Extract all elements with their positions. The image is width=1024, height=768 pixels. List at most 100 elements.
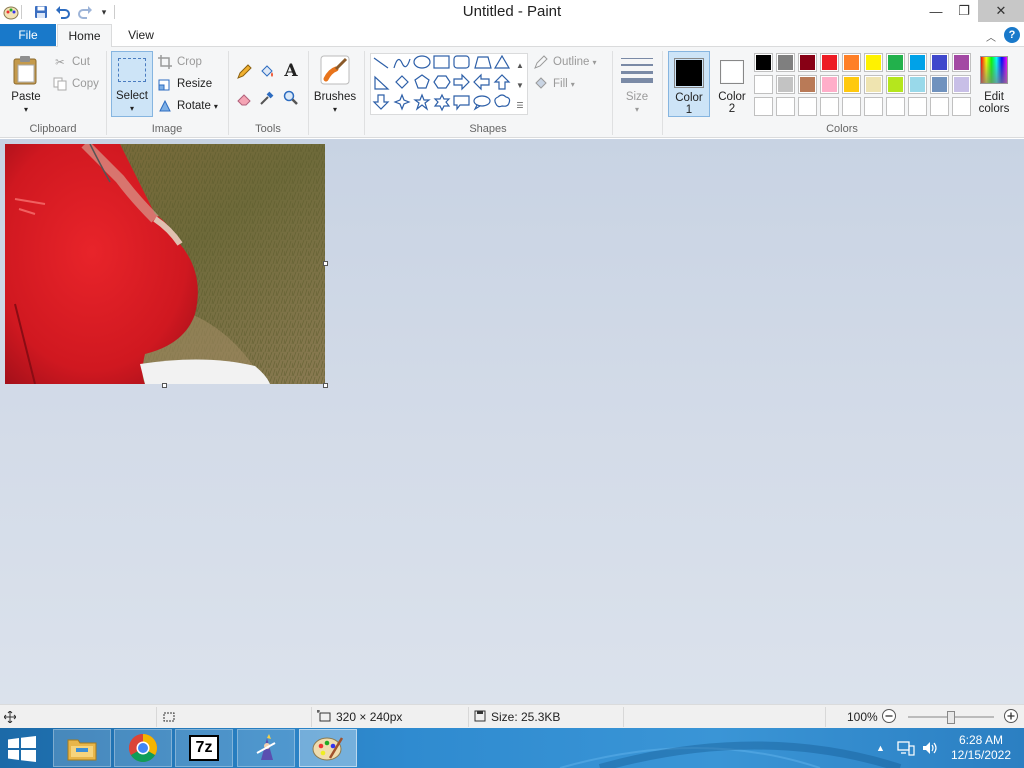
color-swatch[interactable] bbox=[886, 53, 905, 72]
color-swatch[interactable] bbox=[754, 75, 773, 94]
color-swatch[interactable] bbox=[798, 53, 817, 72]
shapes-scroll-down-icon[interactable]: ▼ bbox=[514, 75, 526, 95]
paste-dropdown-icon[interactable]: ▾ bbox=[6, 105, 46, 114]
zoom-out-button[interactable] bbox=[881, 708, 897, 724]
color-swatch[interactable] bbox=[908, 97, 927, 116]
image-canvas[interactable] bbox=[5, 144, 325, 384]
curve-shape-icon[interactable] bbox=[393, 58, 411, 69]
fill-dropdown-icon[interactable]: ▾ bbox=[571, 80, 575, 89]
right-arrow-shape-icon[interactable] bbox=[453, 73, 470, 91]
fill-button[interactable]: Fill ▾ bbox=[533, 74, 575, 94]
cut-button[interactable]: ✂ Cut bbox=[52, 52, 90, 72]
right-triangle-shape-icon[interactable] bbox=[374, 75, 390, 90]
zoom-slider-thumb[interactable] bbox=[947, 711, 955, 724]
color-swatch[interactable] bbox=[930, 97, 949, 116]
down-arrow-shape-icon[interactable] bbox=[372, 94, 390, 110]
select-dropdown-icon[interactable]: ▾ bbox=[112, 104, 152, 113]
resize-handle-corner[interactable] bbox=[323, 383, 328, 388]
magnifier-icon[interactable] bbox=[281, 88, 301, 108]
fill-bucket-icon[interactable] bbox=[257, 62, 277, 82]
diamond-shape-icon[interactable] bbox=[395, 75, 409, 89]
minimize-ribbon-icon[interactable]: ︿ bbox=[986, 29, 996, 44]
oval-shape-icon[interactable] bbox=[413, 55, 431, 69]
color-swatch[interactable] bbox=[776, 75, 795, 94]
text-tool-icon[interactable]: A bbox=[281, 61, 301, 81]
network-icon[interactable] bbox=[897, 728, 915, 768]
color-swatch[interactable] bbox=[952, 97, 971, 116]
rectangle-shape-icon[interactable] bbox=[433, 55, 450, 69]
brushes-button[interactable]: Brushes ▾ bbox=[312, 51, 358, 117]
resize-button[interactable]: Resize bbox=[157, 74, 212, 94]
four-point-star-shape-icon[interactable] bbox=[393, 93, 411, 111]
paint-app-icon[interactable] bbox=[2, 3, 20, 21]
five-point-star-shape-icon[interactable] bbox=[413, 93, 431, 111]
color-swatch[interactable] bbox=[820, 75, 839, 94]
color-swatch[interactable] bbox=[864, 75, 883, 94]
left-arrow-shape-icon[interactable] bbox=[473, 73, 490, 91]
brushes-dropdown-icon[interactable]: ▾ bbox=[312, 105, 358, 114]
customize-quick-access-icon[interactable]: ▾ bbox=[95, 3, 113, 21]
show-hidden-icons-button[interactable]: ▲ bbox=[876, 728, 885, 768]
select-button[interactable]: Select ▾ bbox=[111, 51, 153, 117]
color2-button[interactable]: Color 2 bbox=[712, 51, 752, 117]
color-swatch[interactable] bbox=[798, 97, 817, 116]
taskbar-chrome[interactable] bbox=[114, 729, 172, 767]
color-swatch[interactable] bbox=[842, 53, 861, 72]
color-swatch[interactable] bbox=[908, 75, 927, 94]
color-swatch[interactable] bbox=[908, 53, 927, 72]
tab-file[interactable]: File bbox=[0, 24, 56, 46]
rounded-callout-shape-icon[interactable] bbox=[453, 95, 470, 111]
color-swatch[interactable] bbox=[952, 53, 971, 72]
tab-home[interactable]: Home bbox=[57, 24, 112, 47]
color-picker-icon[interactable] bbox=[257, 88, 277, 108]
color-swatch[interactable] bbox=[864, 97, 883, 116]
taskbar-7zip[interactable]: 7z bbox=[175, 729, 233, 767]
help-button[interactable]: ? bbox=[1004, 27, 1020, 43]
color-swatch[interactable] bbox=[864, 53, 883, 72]
save-icon[interactable] bbox=[32, 3, 50, 21]
size-dropdown-icon[interactable]: ▾ bbox=[616, 105, 658, 114]
system-clock[interactable]: 6:28 AM 12/15/2022 bbox=[944, 733, 1018, 763]
up-arrow-shape-icon[interactable] bbox=[493, 74, 511, 90]
color-swatch[interactable] bbox=[776, 53, 795, 72]
eraser-icon[interactable] bbox=[234, 88, 254, 108]
color-swatch[interactable] bbox=[886, 75, 905, 94]
rounded-rectangle-shape-icon[interactable] bbox=[453, 55, 470, 69]
color-swatch[interactable] bbox=[930, 75, 949, 94]
rotate-dropdown-icon[interactable]: ▾ bbox=[214, 102, 218, 111]
color-swatch[interactable] bbox=[842, 97, 861, 116]
paste-button[interactable]: Paste ▾ bbox=[6, 51, 46, 117]
color-swatch[interactable] bbox=[820, 53, 839, 72]
polygon-shape-icon[interactable] bbox=[474, 56, 492, 69]
hexagon-shape-icon[interactable] bbox=[433, 75, 451, 89]
minimize-button[interactable]: — bbox=[922, 0, 950, 22]
color-swatch[interactable] bbox=[930, 53, 949, 72]
color-swatch[interactable] bbox=[842, 75, 861, 94]
redo-icon[interactable] bbox=[76, 3, 94, 21]
six-point-star-shape-icon[interactable] bbox=[433, 93, 451, 112]
edit-colors-button[interactable]: Edit colors bbox=[974, 51, 1014, 117]
outline-button[interactable]: Outline ▾ bbox=[533, 52, 596, 72]
undo-icon[interactable] bbox=[54, 3, 72, 21]
color-swatch[interactable] bbox=[886, 97, 905, 116]
shapes-more-icon[interactable]: ☰ bbox=[514, 95, 526, 115]
color-swatch[interactable] bbox=[754, 97, 773, 116]
taskbar-paint[interactable] bbox=[299, 729, 357, 767]
restore-button[interactable]: ❐ bbox=[950, 0, 978, 22]
line-shape-icon[interactable] bbox=[373, 57, 389, 69]
color-swatch[interactable] bbox=[798, 75, 817, 94]
close-button[interactable]: ✕ bbox=[978, 0, 1024, 22]
color1-button[interactable]: Color 1 bbox=[668, 51, 710, 117]
oval-callout-shape-icon[interactable] bbox=[473, 95, 491, 111]
pencil-icon[interactable] bbox=[234, 62, 254, 82]
tab-view[interactable]: View bbox=[114, 24, 168, 46]
color-swatch[interactable] bbox=[820, 97, 839, 116]
rotate-button[interactable]: Rotate ▾ bbox=[157, 96, 218, 116]
triangle-shape-icon[interactable] bbox=[493, 55, 511, 69]
outline-dropdown-icon[interactable]: ▾ bbox=[592, 58, 596, 67]
size-button[interactable]: Size ▾ bbox=[616, 51, 658, 117]
shapes-scroll-up-icon[interactable]: ▲ bbox=[514, 55, 526, 75]
zoom-in-button[interactable] bbox=[1003, 708, 1019, 724]
taskbar-file-explorer[interactable] bbox=[53, 729, 111, 767]
color-swatch[interactable] bbox=[754, 53, 773, 72]
